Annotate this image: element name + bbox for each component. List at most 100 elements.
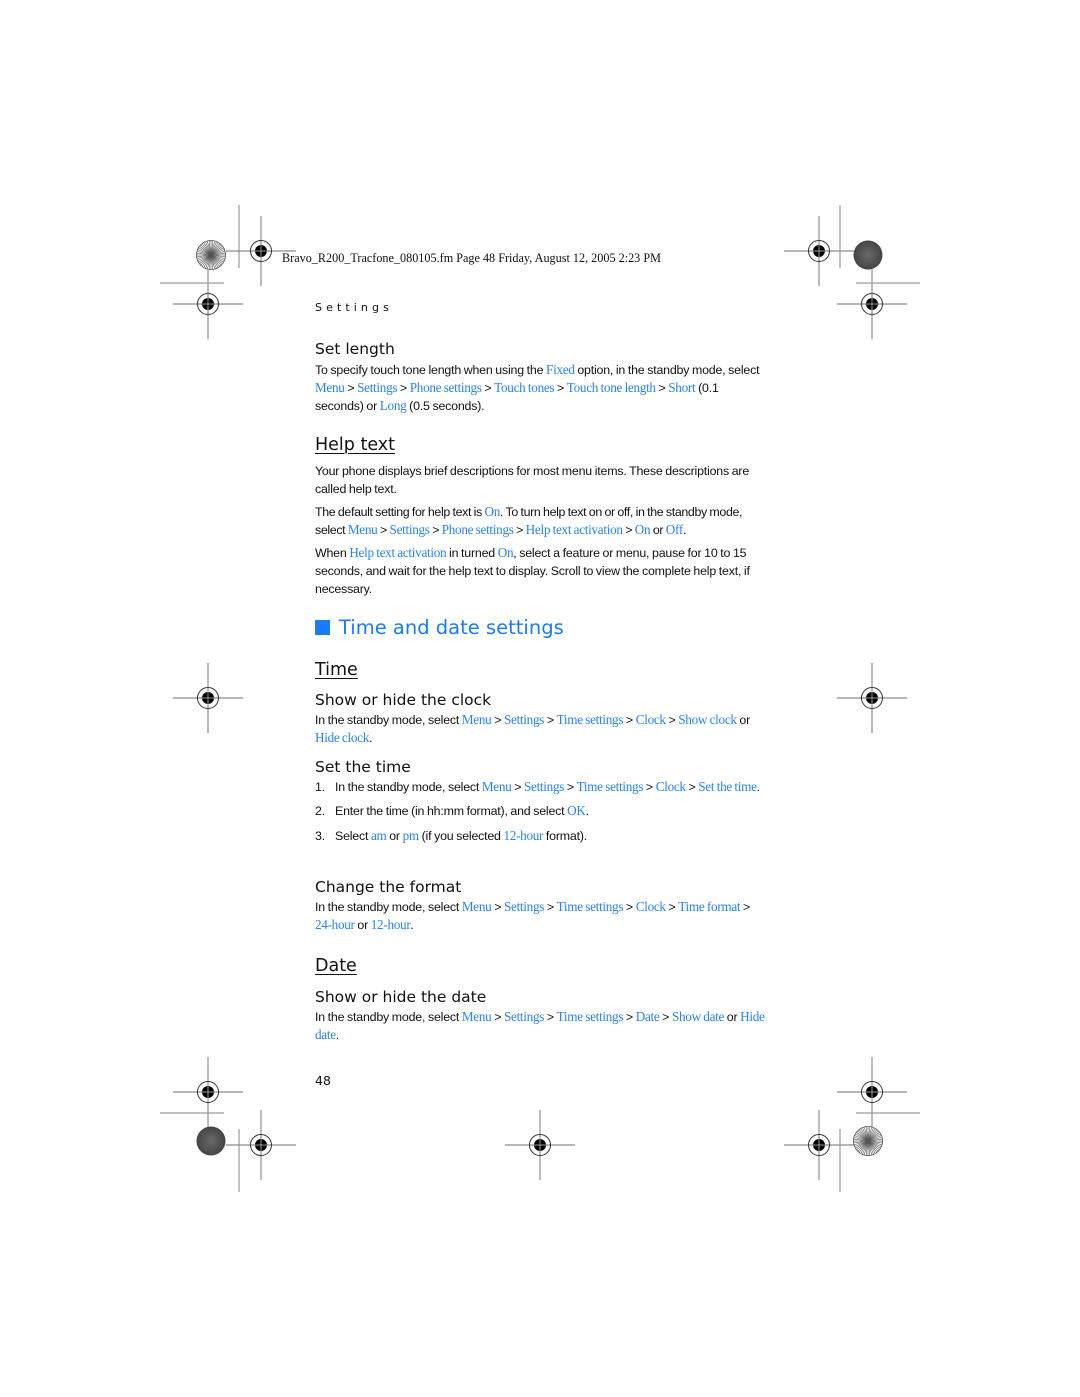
gray-disc-mark-top-right xyxy=(853,240,883,270)
starburst-mark-top-left xyxy=(196,240,226,270)
text: or xyxy=(736,713,751,727)
menu-ref-settings: Settings xyxy=(503,1009,545,1024)
text: > xyxy=(491,713,504,727)
menu-ref-time-settings: Time settings xyxy=(556,899,624,914)
text: > xyxy=(740,900,751,914)
registration-mark xyxy=(225,1109,297,1181)
text: > xyxy=(665,900,679,914)
menu-ref-menu: Menu xyxy=(461,1009,492,1024)
menu-ref-settings: Settings xyxy=(523,779,565,794)
menu-ref-menu: Menu xyxy=(347,522,378,537)
menu-ref-phone-settings: Phone settings xyxy=(441,522,514,537)
text: > xyxy=(491,900,504,914)
text: . xyxy=(369,731,373,745)
menu-ref-settings: Settings xyxy=(389,522,430,537)
square-bullet-icon xyxy=(315,620,330,635)
text: > xyxy=(623,900,636,914)
menu-ref-12-hour: 12-hour xyxy=(370,917,411,932)
menu-ref-off: Off xyxy=(665,522,683,537)
topic-change-the-format: Change the format In the standby mode, s… xyxy=(315,877,765,934)
steps-list: 1. In the standby mode, select Menu > Se… xyxy=(315,778,765,845)
menu-ref-clock: Clock xyxy=(655,779,686,794)
text: > xyxy=(377,523,390,537)
menu-ref-12-hour: 12-hour xyxy=(503,828,544,843)
section-time-and-date-settings: Time and date settings xyxy=(315,615,765,641)
heading-show-hide-clock: Show or hide the clock xyxy=(315,691,492,709)
heading-set-length: Set length xyxy=(315,340,395,358)
step-number: 1. xyxy=(315,780,325,794)
menu-ref-menu: Menu xyxy=(481,779,512,794)
text: > xyxy=(564,780,577,794)
text: format). xyxy=(543,829,587,843)
menu-ref-menu: Menu xyxy=(461,899,492,914)
registration-mark xyxy=(783,215,855,287)
text: In the standby mode, select xyxy=(315,713,462,727)
text: In the standby mode, select xyxy=(335,780,482,794)
menu-ref-settings: Settings xyxy=(503,899,545,914)
text: or xyxy=(386,829,403,843)
menu-ref-touch-tone-length: Touch tone length xyxy=(566,380,656,395)
text: or xyxy=(724,1010,741,1024)
menu-ref-time-settings: Time settings xyxy=(556,1009,624,1024)
registration-mark xyxy=(172,1056,244,1128)
text: To specify touch tone length when using … xyxy=(315,363,547,377)
text: > xyxy=(665,713,679,727)
text: . xyxy=(682,523,687,537)
menu-ref-help-text-activation: Help text activation xyxy=(349,545,447,560)
text: Enter the time (in hh:mm format), and se… xyxy=(335,804,568,818)
text: or xyxy=(354,918,371,932)
text: > xyxy=(544,713,557,727)
text: > xyxy=(344,381,358,395)
text: > xyxy=(659,1010,672,1024)
menu-ref-clock: Clock xyxy=(635,899,666,914)
text: or xyxy=(650,523,666,537)
section-help-text: Help text Your phone displays brief desc… xyxy=(315,434,765,598)
menu-ref-show-clock: Show clock xyxy=(678,712,737,727)
file-header: Bravo_R200_Tracfone_080105.fm Page 48 Fr… xyxy=(282,251,661,265)
text: > xyxy=(544,900,557,914)
menu-ref-am: am xyxy=(370,828,387,843)
menu-ref-long: Long xyxy=(379,398,407,413)
menu-ref-ok: OK xyxy=(567,803,586,818)
menu-ref-24-hour: 24-hour xyxy=(315,917,355,932)
text: . xyxy=(335,1028,340,1042)
heading-time-and-date-settings: Time and date settings xyxy=(315,615,765,641)
topic-show-hide-date: Show or hide the date In the standby mod… xyxy=(315,987,765,1044)
text: in turned xyxy=(446,546,498,560)
topic-set-the-time: Set the time 1. In the standby mode, sel… xyxy=(315,757,765,845)
text: . xyxy=(585,804,589,818)
topic-show-hide-clock: Show or hide the clock In the standby mo… xyxy=(315,690,765,747)
text: > xyxy=(685,780,699,794)
text: > xyxy=(554,381,567,395)
menu-ref-pm: pm xyxy=(402,828,420,843)
paragraph-help-text-intro: Your phone displays brief descriptions f… xyxy=(315,464,750,496)
paragraph-show-hide-clock: In the standby mode, select Menu > Setti… xyxy=(315,711,765,747)
text: (if you selected xyxy=(418,829,504,843)
subsection-time: Time xyxy=(315,659,765,681)
menu-ref-phone-settings: Phone settings xyxy=(409,380,482,395)
paragraph-help-text-default: The default setting for help text is On.… xyxy=(315,503,765,539)
step-2: 2. Enter the time (in hh:mm format), and… xyxy=(315,802,765,820)
gray-disc-mark-bottom-left xyxy=(196,1126,226,1156)
menu-ref-set-the-time: Set the time xyxy=(698,779,757,794)
text: Select xyxy=(335,829,371,843)
text: option, in the standby mode, select xyxy=(574,363,760,377)
menu-ref-menu: Menu xyxy=(461,712,492,727)
menu-ref-show-date: Show date xyxy=(671,1009,725,1024)
text: (0.5 seconds). xyxy=(406,399,485,413)
paragraph-change-the-format: In the standby mode, select Menu > Setti… xyxy=(315,898,765,934)
section-set-length: Set length To specify touch tone length … xyxy=(315,339,765,415)
heading-help-text: Help text xyxy=(315,435,395,455)
menu-ref-hide-clock: Hide clock xyxy=(315,730,369,745)
menu-ref-touch-tones: Touch tones xyxy=(494,380,555,395)
menu-ref-short: Short xyxy=(668,380,696,395)
registration-mark xyxy=(783,1109,855,1181)
text: > xyxy=(513,523,526,537)
registration-mark xyxy=(836,268,908,340)
text: . xyxy=(756,780,760,794)
text: > xyxy=(481,381,495,395)
heading-date: Date xyxy=(315,956,357,976)
menu-ref-clock: Clock xyxy=(635,712,666,727)
menu-ref-on: On xyxy=(634,522,651,537)
registration-mark xyxy=(172,268,244,340)
